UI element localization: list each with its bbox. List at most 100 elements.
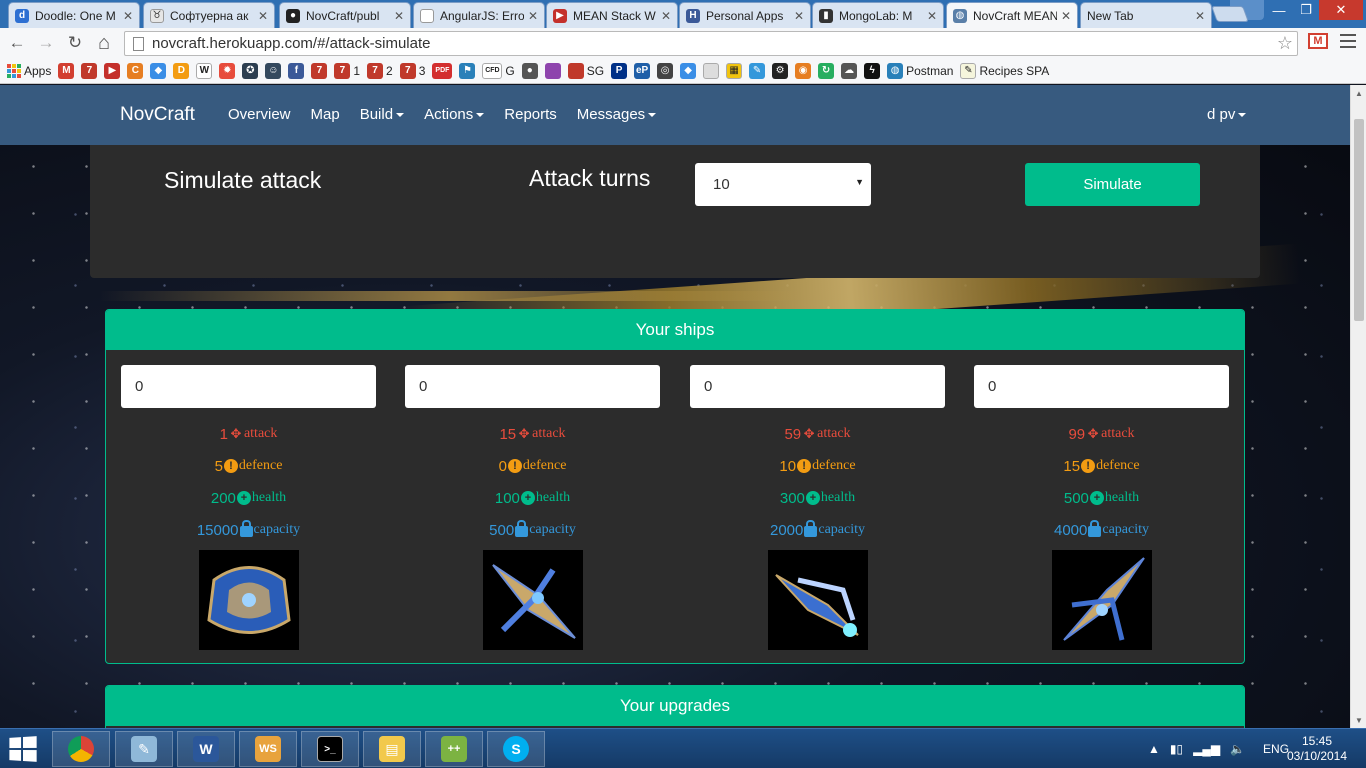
tab-close-icon[interactable]: ✕ [1061,9,1071,23]
browser-tab[interactable]: AngularJS: Erro ✕ [413,2,545,28]
taskbar-chrome-button[interactable] [52,731,110,767]
ship-count-input[interactable]: 0 [690,365,945,408]
back-icon[interactable]: ← [6,32,28,54]
bookmark-item[interactable]: ● [521,62,538,79]
volume-icon[interactable]: 🔈 [1230,742,1245,756]
battery-icon[interactable]: ▮▯ [1170,742,1183,756]
bookmark-item[interactable]: ☁ [841,62,858,79]
nav-overview[interactable]: Overview [218,85,301,145]
bookmark-item[interactable]: ↻ [818,62,835,79]
taskbar-webstorm-button[interactable]: WS [239,731,297,767]
bookmark-item[interactable]: W [196,62,213,79]
bookmark-item[interactable]: ◉ [795,62,812,79]
browser-tab[interactable]: ◍ NovCraft MEAN ✕ [946,2,1078,28]
scroll-down-icon[interactable]: ▼ [1351,712,1366,728]
gmail-icon[interactable]: M [1308,33,1328,49]
tray-expand-icon[interactable]: ▲ [1148,742,1160,756]
chrome-menu-icon[interactable] [1340,34,1356,48]
bookmark-item[interactable]: ✎ [749,62,766,79]
bookmark-item[interactable]: M [58,62,75,79]
bookmark-item[interactable]: ◆ [680,62,697,79]
browser-tab[interactable]: ● NovCraft/publ ✕ [279,2,411,28]
page-scrollbar[interactable]: ▲ ▼ [1350,85,1366,728]
bookmark-item[interactable]: eP [634,62,651,79]
bookmark-star-icon[interactable]: ☆ [1277,33,1293,54]
start-button[interactable] [9,736,39,762]
bookmark-item[interactable]: ⚑ [459,62,476,79]
ship-count-input[interactable]: 0 [974,365,1229,408]
bookmark-item[interactable]: ✹ [219,62,236,79]
home-icon[interactable]: ⌂ [93,32,115,54]
taskbar-word-button[interactable]: W [177,731,235,767]
bookmark-item[interactable]: ◍ Postman [887,62,953,79]
browser-tab[interactable]: ▶ MEAN Stack W ✕ [546,2,678,28]
attack-label: attack [532,426,566,441]
taskbar-notepad-button[interactable]: ✎ [115,731,173,767]
scroll-thumb[interactable] [1354,119,1364,321]
minimize-button[interactable]: — [1265,0,1293,20]
bookmark-item[interactable]: C [127,62,144,79]
bookmark-item[interactable]: 71 [334,62,360,79]
browser-tab[interactable]: ♉ Софтуерна ак ✕ [143,2,275,28]
tab-close-icon[interactable]: ✕ [661,9,671,23]
nav-build[interactable]: Build [350,85,414,145]
bookmark-item[interactable]: ✪ [242,62,259,79]
bookmark-item[interactable]: 73 [399,62,425,79]
nav-map[interactable]: Map [301,85,350,145]
bookmark-item[interactable]: D [173,62,190,79]
bookmark-item[interactable]: ▦ [726,62,743,79]
tab-close-icon[interactable]: ✕ [394,9,404,23]
attack-turns-select[interactable]: 10 ▼ [695,163,871,206]
bookmark-item[interactable] [544,62,561,79]
browser-tab[interactable]: H Personal Apps ✕ [679,2,811,28]
ship-count-input[interactable]: 0 [405,365,660,408]
bookmark-item[interactable]: Apps [7,63,51,78]
tab-close-icon[interactable]: ✕ [927,9,937,23]
new-tab-button[interactable] [1211,6,1249,22]
bookmark-item[interactable]: 7 [81,62,98,79]
browser-tab[interactable]: ▮ MongoLab: M ✕ [812,2,944,28]
bookmark-item[interactable] [703,62,720,79]
clock[interactable]: 15:45 03/10/2014 [1282,734,1352,764]
tab-close-icon[interactable]: ✕ [1195,9,1205,23]
bookmark-item[interactable]: ☺ [265,62,282,79]
address-url[interactable]: novcraft.herokuapp.com/#/attack-simulate [152,35,430,52]
signal-icon[interactable]: ▂▄▆ [1193,742,1220,756]
nav-actions[interactable]: Actions [414,85,494,145]
bookmark-item[interactable]: ◎ [657,62,674,79]
user-menu[interactable]: d pv [1207,85,1247,145]
browser-tab[interactable]: d Doodle: One M ✕ [8,2,140,28]
tab-close-icon[interactable]: ✕ [794,9,804,23]
bookmark-item[interactable]: 7 [311,62,328,79]
bookmark-item[interactable]: SG [567,62,604,79]
simulate-button[interactable]: Simulate [1025,163,1200,206]
taskbar-notepad-plus-button[interactable]: ++ [425,731,483,767]
taskbar-skype-button[interactable]: S [487,731,545,767]
address-bar[interactable]: novcraft.herokuapp.com/#/attack-simulate… [124,31,1298,56]
bookmark-item[interactable]: ◆ [150,62,167,79]
bookmark-item[interactable]: 72 [367,62,393,79]
taskbar-explorer-button[interactable]: ▤ [363,731,421,767]
bookmark-item[interactable]: ✎ Recipes SPA [960,62,1049,79]
close-window-button[interactable]: ✕ [1319,0,1363,20]
scroll-up-icon[interactable]: ▲ [1351,85,1366,101]
bookmark-item[interactable]: ⚙ [772,62,789,79]
bookmark-item[interactable]: ▶ [104,62,121,79]
taskbar-cmd-button[interactable]: >_ [301,731,359,767]
tab-close-icon[interactable]: ✕ [528,9,538,23]
bookmark-item[interactable]: PDF [432,62,453,79]
bookmark-item[interactable]: ϟ [864,62,881,79]
nav-messages[interactable]: Messages [567,85,666,145]
maximize-button[interactable]: ❐ [1293,0,1319,20]
forward-icon[interactable]: → [35,32,57,54]
bookmark-item[interactable]: P [611,62,628,79]
bookmark-item[interactable]: f [288,62,305,79]
ship-count-input[interactable]: 0 [121,365,376,408]
browser-tab[interactable]: New Tab ✕ [1080,2,1212,28]
bookmark-item[interactable]: CFD G [482,62,515,79]
brand-link[interactable]: NovCraft [120,104,195,126]
tab-close-icon[interactable]: ✕ [123,9,133,23]
tab-close-icon[interactable]: ✕ [258,9,268,23]
reload-icon[interactable]: ↻ [64,32,86,54]
nav-reports[interactable]: Reports [494,85,567,145]
